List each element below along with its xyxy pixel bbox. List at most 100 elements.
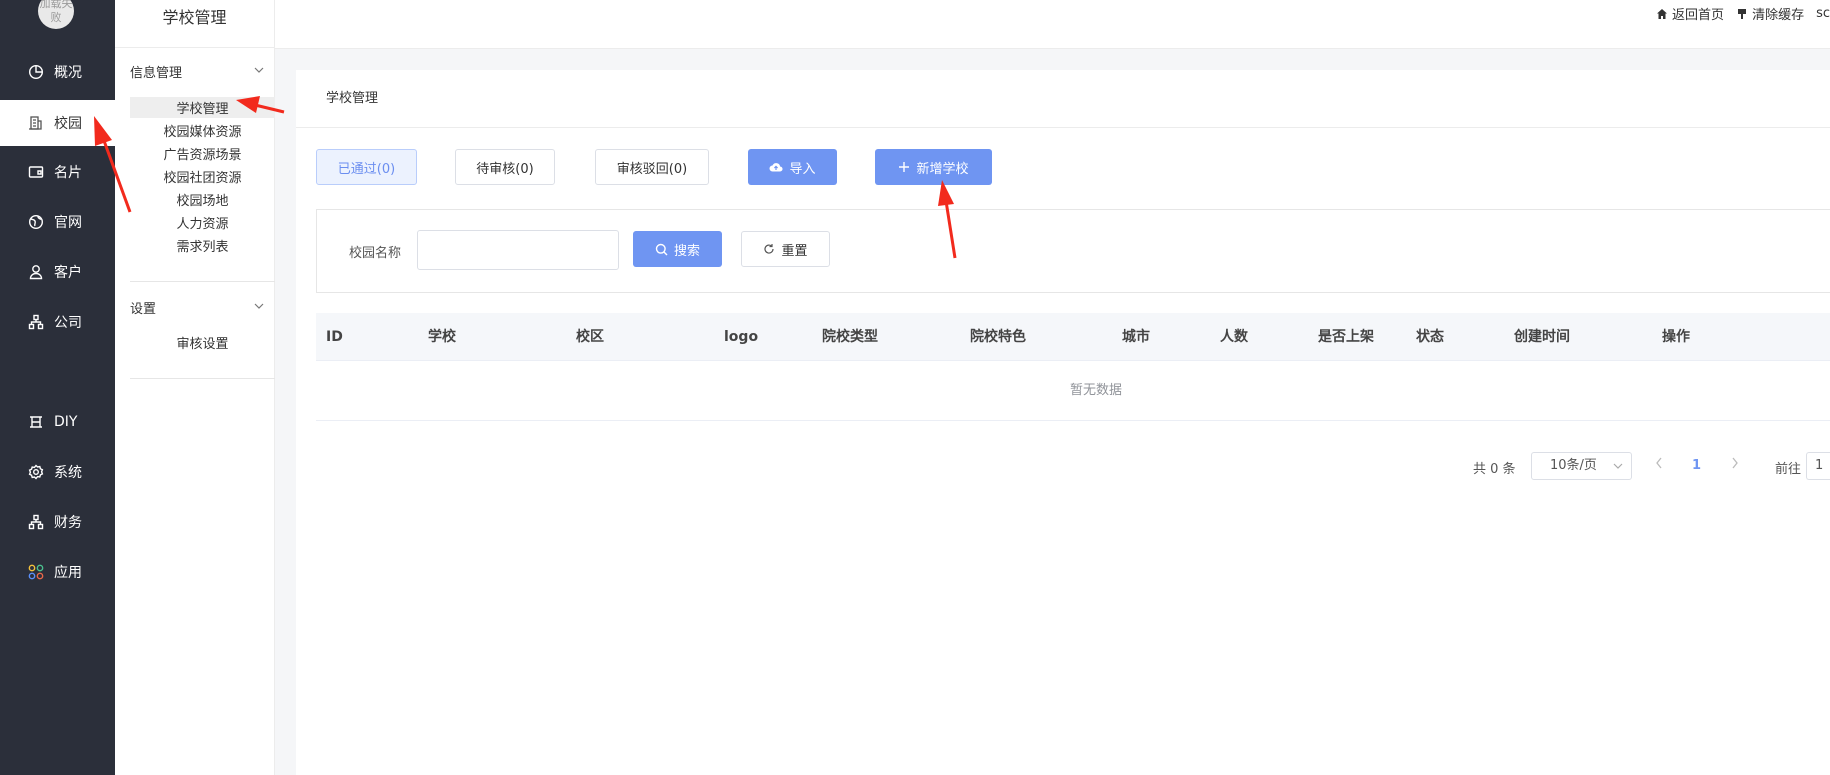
header-links: 返回首页 清除缓存 sc xyxy=(1656,4,1830,23)
sub-item-media[interactable]: 校园媒体资源 xyxy=(130,120,275,141)
nav-item-label: 系统 xyxy=(54,465,82,481)
clear-cache-label: 清除缓存 xyxy=(1752,8,1805,23)
nav-item-system[interactable]: 系统 xyxy=(0,449,115,495)
main-card: 学校管理 已通过(0) 待审核(0) 审核驳回(0) 导入 新增学校 校园名称 … xyxy=(296,70,1830,775)
nav-item-website[interactable]: 官网 xyxy=(0,199,115,245)
column-header: 城市 xyxy=(1122,329,1150,345)
menu-group-label: 设置 xyxy=(130,302,157,317)
nav-item-label: 概况 xyxy=(54,65,82,81)
sub-item-venue[interactable]: 校园场地 xyxy=(130,189,275,210)
column-header: 学校 xyxy=(428,329,456,345)
chevron-left-icon xyxy=(1656,457,1662,469)
menu-group-label: 信息管理 xyxy=(130,66,183,81)
import-label: 导入 xyxy=(789,161,816,177)
column-header: logo xyxy=(724,329,759,345)
prev-page-button[interactable] xyxy=(1654,456,1664,474)
nav-item-finance[interactable]: 财务 xyxy=(0,499,115,545)
page-number[interactable]: 1 xyxy=(1692,458,1701,473)
nav-item-diy[interactable]: DIY xyxy=(0,399,115,445)
column-header: 院校特色 xyxy=(970,329,1026,345)
nav-item-label: 财务 xyxy=(54,515,82,531)
chevron-right-icon xyxy=(1732,457,1738,469)
column-header: 创建时间 xyxy=(1514,329,1570,345)
globe-icon xyxy=(28,214,44,230)
goto-label: 前往 xyxy=(1775,462,1802,477)
reset-label: 重置 xyxy=(781,243,808,259)
reset-button[interactable]: 重置 xyxy=(741,231,830,267)
sub-item-school[interactable]: 学校管理 xyxy=(130,97,275,118)
column-header: 人数 xyxy=(1220,329,1248,345)
home-icon xyxy=(1657,8,1668,19)
nav-item-label: 官网 xyxy=(54,215,82,231)
diy-icon xyxy=(28,414,44,430)
nav-item-card[interactable]: 名片 xyxy=(0,149,115,195)
nav-item-company[interactable]: 公司 xyxy=(0,299,115,345)
nav-item-overview[interactable]: 概况 xyxy=(0,49,115,95)
menu-group-info[interactable]: 信息管理 xyxy=(130,62,265,81)
page-title: 学校管理 xyxy=(296,70,1830,128)
chevron-down-icon xyxy=(253,64,265,80)
search-button[interactable]: 搜索 xyxy=(633,231,722,267)
sub-item-ad-scene[interactable]: 广告资源场景 xyxy=(130,143,275,164)
import-button[interactable]: 导入 xyxy=(748,149,837,185)
nav-item-customer[interactable]: 客户 xyxy=(0,249,115,295)
building-icon xyxy=(28,115,44,131)
menu-divider xyxy=(130,378,275,379)
sub-item-demands[interactable]: 需求列表 xyxy=(130,235,275,256)
user-menu[interactable]: sc xyxy=(1816,4,1830,23)
add-school-button[interactable]: 新增学校 xyxy=(875,149,992,185)
menu-divider xyxy=(130,281,275,282)
avatar[interactable]: 加载失败 xyxy=(38,0,74,29)
column-header: 校区 xyxy=(576,329,604,345)
cloud-upload-icon xyxy=(769,163,784,172)
clear-cache-link[interactable]: 清除缓存 xyxy=(1736,4,1804,23)
nav-item-label: DIY xyxy=(54,414,78,430)
sub-item-hr[interactable]: 人力资源 xyxy=(130,212,275,233)
sub-item-club[interactable]: 校园社团资源 xyxy=(130,166,275,187)
pie-chart-icon xyxy=(28,64,44,80)
search-icon xyxy=(655,243,668,255)
sub-item-audit-settings[interactable]: 审核设置 xyxy=(130,332,275,353)
pager-total: 共 0 条 xyxy=(1473,462,1516,477)
refresh-icon xyxy=(764,244,775,254)
next-page-button[interactable] xyxy=(1730,456,1740,474)
nav-item-label: 客户 xyxy=(54,265,82,281)
nav-item-campus[interactable]: 校园 xyxy=(0,100,115,146)
schools-table: ID 学校 校区 logo 院校类型 院校特色 城市 人数 是否上架 状态 创建… xyxy=(316,313,1830,421)
nav-item-label: 校园 xyxy=(54,116,82,132)
search-panel: 校园名称 搜索 重置 xyxy=(316,209,1830,293)
goto-page-input[interactable]: 1 xyxy=(1806,452,1830,480)
column-header: 操作 xyxy=(1662,329,1690,345)
home-link-label: 返回首页 xyxy=(1672,8,1725,23)
brush-icon xyxy=(1738,8,1747,19)
gear-icon xyxy=(28,464,44,480)
top-header: 返回首页 清除缓存 sc xyxy=(275,0,1830,49)
plus-icon xyxy=(899,162,910,172)
empty-text: 暂无数据 xyxy=(1069,383,1122,398)
column-header: 状态 xyxy=(1416,329,1444,345)
empty-row: 暂无数据 xyxy=(316,361,1830,421)
page-size-select[interactable]: 10条/页 xyxy=(1531,452,1632,480)
search-label: 搜索 xyxy=(673,243,700,259)
column-header: ID xyxy=(326,329,343,345)
chevron-down-icon xyxy=(1613,453,1623,489)
home-link[interactable]: 返回首页 xyxy=(1656,4,1724,23)
tab-pending[interactable]: 待审核(0) xyxy=(455,149,555,185)
user-icon xyxy=(28,264,44,280)
finance-icon xyxy=(28,514,44,530)
page-size-value: 10条/页 xyxy=(1550,458,1597,473)
menu-group-settings[interactable]: 设置 xyxy=(130,298,265,317)
nav-item-apps[interactable]: 应用 xyxy=(0,549,115,595)
tab-rejected[interactable]: 审核驳回(0) xyxy=(595,149,709,185)
column-header: 是否上架 xyxy=(1318,329,1374,345)
column-header: 院校类型 xyxy=(822,329,878,345)
nav-item-label: 公司 xyxy=(54,315,82,331)
nav-item-label: 应用 xyxy=(54,565,82,581)
add-school-label: 新增学校 xyxy=(916,161,969,177)
pagination: 共 0 条 10条/页 1 前往 1 xyxy=(296,450,1830,482)
table-header: ID 学校 校区 logo 院校类型 院校特色 城市 人数 是否上架 状态 创建… xyxy=(316,313,1830,361)
tab-approved[interactable]: 已通过(0) xyxy=(316,149,417,185)
campus-name-input[interactable] xyxy=(417,230,619,270)
nav-item-label: 名片 xyxy=(54,165,82,181)
card-icon xyxy=(28,164,44,180)
